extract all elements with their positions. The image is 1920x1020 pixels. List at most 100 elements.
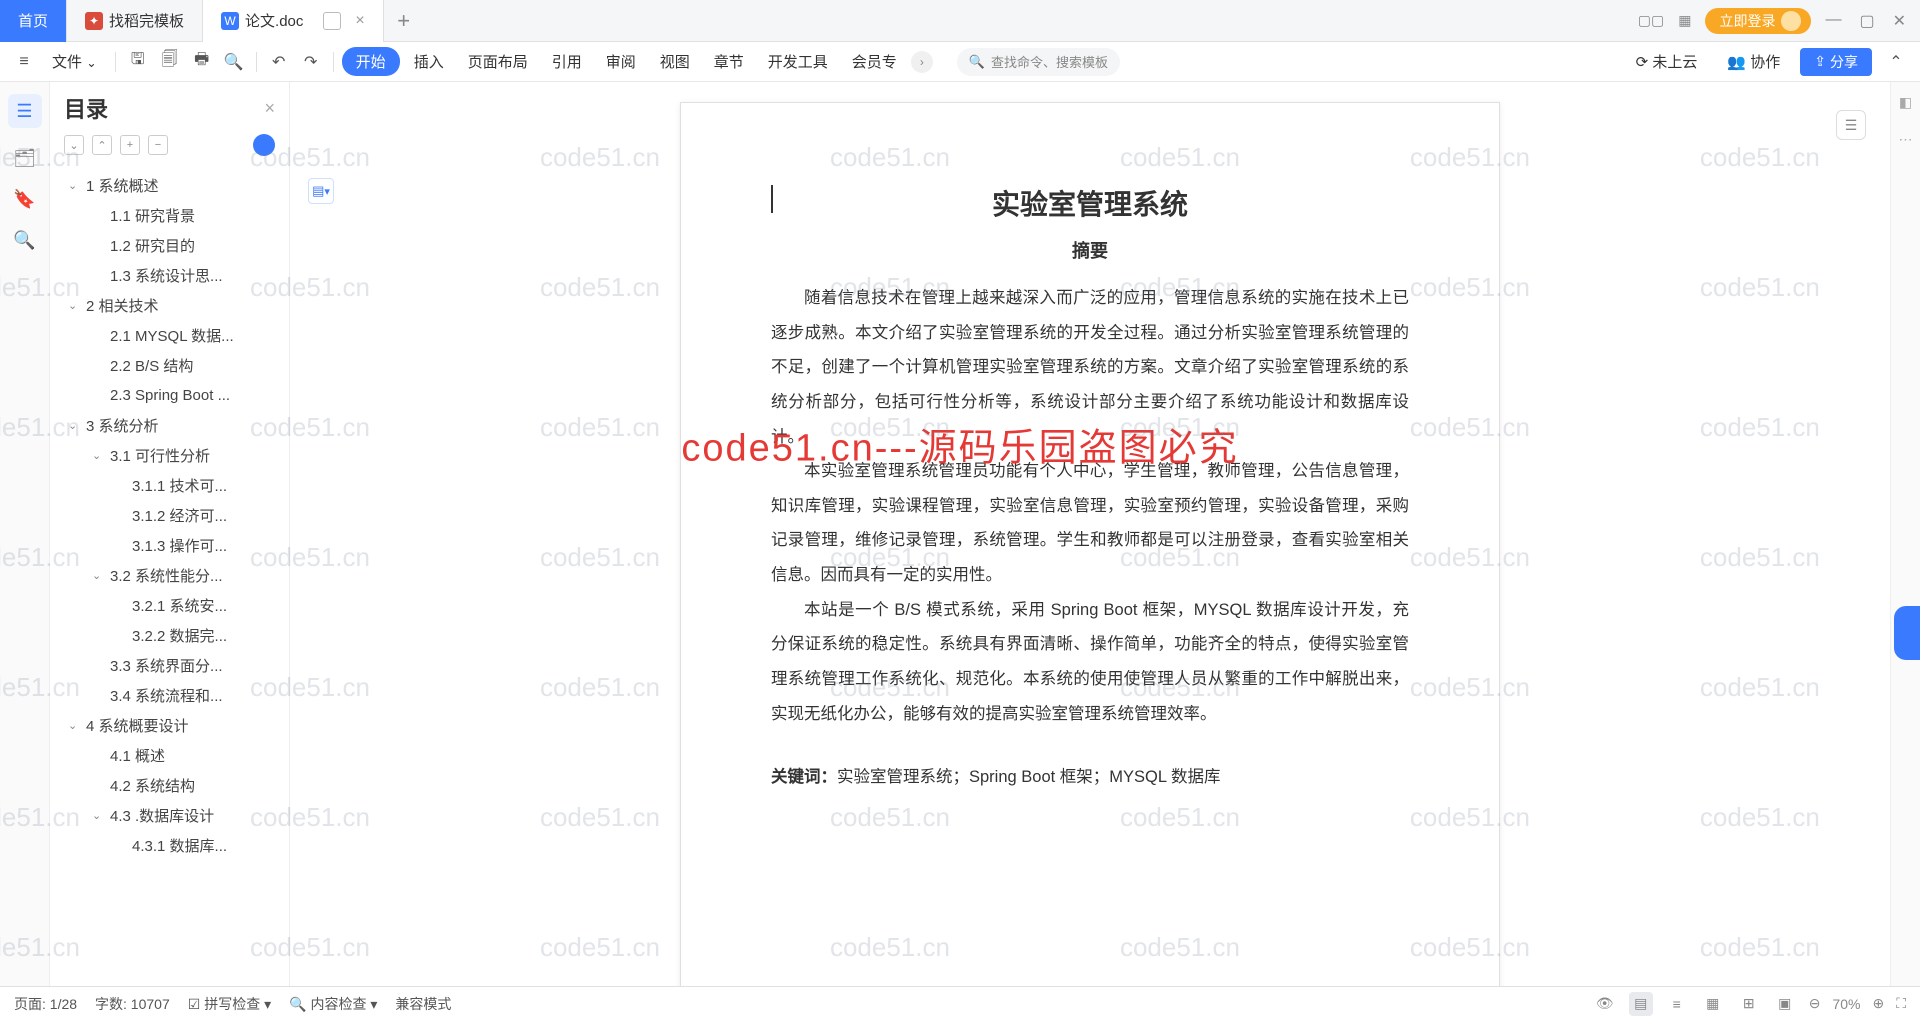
save-as-icon[interactable]: 🗐 [156,48,184,76]
spellcheck-toggle[interactable]: ☑ 拼写检查 ▾ [188,994,271,1014]
assistant-badge-icon[interactable] [253,134,275,156]
maximize-icon[interactable]: ▢ [1859,11,1874,31]
outline-item-label: 4.3.1 数据库... [132,835,227,856]
add-tab-button[interactable]: + [384,8,424,34]
tab-review[interactable]: 审阅 [596,51,646,72]
outline-item[interactable]: 3.1.3 操作可... [58,530,281,560]
zoom-in-icon[interactable]: ⊕ [1872,995,1884,1012]
outline-item[interactable]: 2.1 MYSQL 数据... [58,320,281,350]
tab-document[interactable]: W 论文.doc × [203,0,384,42]
feedback-tab[interactable] [1894,606,1920,660]
save-icon[interactable]: 🖫 [124,48,152,76]
zoom-out-icon[interactable]: ⊖ [1809,995,1821,1012]
close-tab-icon[interactable]: × [355,12,364,30]
outline-item[interactable]: ⌄4.3 .数据库设计 [58,800,281,830]
outline-item-label: 3.1.1 技术可... [132,475,227,496]
preview-icon[interactable]: 🔍 [220,48,248,76]
outline-item[interactable]: 1.2 研究目的 [58,230,281,260]
minimize-icon[interactable]: — [1825,11,1841,31]
print-icon[interactable]: 🖶 [188,48,216,76]
outline-item[interactable]: 4.1 概述 [58,740,281,770]
close-window-icon[interactable]: ✕ [1893,11,1906,31]
collab-button[interactable]: 👥 协作 [1717,51,1790,72]
outline-item[interactable]: 4.2 系统结构 [58,770,281,800]
outline-item[interactable]: ⌄4 系统概要设计 [58,710,281,740]
focus-view-icon[interactable]: ▣ [1773,992,1797,1016]
search-rail-icon[interactable]: 🔍 [13,230,35,251]
tab-page-layout[interactable]: 页面布局 [458,51,538,72]
word-count[interactable]: 字数: 10707 [95,994,170,1014]
tab-member[interactable]: 会员专 [842,51,907,72]
menu-icon[interactable]: ≡ [10,48,38,76]
tab-reference[interactable]: 引用 [542,51,592,72]
fullscreen-icon[interactable]: ⛶ [1896,995,1906,1012]
outline-item[interactable]: 3.1.2 经济可... [58,500,281,530]
tab-chapter[interactable]: 章节 [704,51,754,72]
outline-item[interactable]: 2.3 Spring Boot ... [58,380,281,410]
tab-home[interactable]: 首页 [0,0,67,42]
outline-item-label: 3.2 系统性能分... [110,565,223,586]
outline-item[interactable]: 1.1 研究背景 [58,200,281,230]
share-button[interactable]: ⇪ 分享 [1800,48,1872,76]
ribbon-next-icon[interactable]: › [911,51,933,73]
zoom-level[interactable]: 70% [1832,996,1860,1012]
outline-item[interactable]: 1.3 系统设计思... [58,260,281,290]
redo-icon[interactable]: ↷ [297,48,325,76]
outline-item[interactable]: ⌄1 系统概述 [58,170,281,200]
tab-view[interactable]: 视图 [650,51,700,72]
eye-mode-icon[interactable]: 👁 [1593,992,1617,1016]
nav-pane-icon[interactable]: ☰ [1836,110,1866,140]
tab-devtools[interactable]: 开发工具 [758,51,838,72]
outline-item[interactable]: 3.4 系统流程和... [58,680,281,710]
tab-label: 论文.doc [245,10,303,31]
outline-item[interactable]: 3.2.2 数据完... [58,620,281,650]
web-view-icon[interactable]: ▦ [1701,992,1725,1016]
outline-item-label: 4.3 .数据库设计 [110,805,214,826]
collapse-all-icon[interactable]: ⌄ [64,135,84,155]
tab-template-store[interactable]: ✦ 找稻完模板 [67,0,203,42]
abstract-p1: 随着信息技术在管理上越来越深入而广泛的应用，管理信息系统的实施在技术上已逐步成熟… [771,281,1409,454]
bookmark-rail-icon[interactable]: 🔖 [13,189,35,210]
style-pane-icon[interactable]: ◧ [1899,94,1912,111]
undo-icon[interactable]: ↶ [265,48,293,76]
cloud-status[interactable]: ⟳ 未上云 [1626,51,1708,72]
thumbnails-rail-icon[interactable]: 🗂 [13,148,36,169]
outline-item[interactable]: ⌄3 系统分析 [58,410,281,440]
outline-item[interactable]: 4.3.1 数据库... [58,830,281,860]
outline-item[interactable]: 2.2 B/S 结构 [58,350,281,380]
tab-start[interactable]: 开始 [342,47,400,76]
outline-view-icon[interactable]: ≡ [1665,992,1689,1016]
delete-item-icon[interactable]: − [148,135,168,155]
outline-item-label: 3.2.2 数据完... [132,625,227,646]
outline-tree: ⌄1 系统概述1.1 研究背景1.2 研究目的1.3 系统设计思...⌄2 相关… [50,166,289,986]
outline-item[interactable]: 3.1.1 技术可... [58,470,281,500]
document-canvas[interactable]: ▤ ▾ ☰ 实验室管理系统 摘要 随着信息技术在管理上越来越深入而广泛的应用，管… [290,82,1890,986]
split-window-icon[interactable] [323,12,341,30]
outline-item[interactable]: ⌄2 相关技术 [58,290,281,320]
chevron-down-icon: ⌄ [92,569,106,582]
outline-item[interactable]: ⌄3.1 可行性分析 [58,440,281,470]
page-indicator-icon[interactable]: ▤ ▾ [308,178,334,204]
content-check-toggle[interactable]: 🔍 内容检查 ▾ [289,994,377,1014]
outline-item[interactable]: ⌄ 3.2 系统性能分... [58,560,281,590]
page-view-icon[interactable]: ▤ [1629,992,1653,1016]
new-item-icon[interactable]: + [120,135,140,155]
more-tools-icon[interactable]: ⋯ [1899,131,1913,148]
outline-item[interactable]: 3.3 系统界面分... [58,650,281,680]
tab-insert[interactable]: 插入 [404,51,454,72]
page-counter[interactable]: 页面: 1/28 [14,994,77,1014]
file-menu[interactable]: 文件 ⌄ [42,51,107,72]
close-outline-icon[interactable]: × [264,98,275,119]
collapse-ribbon-icon[interactable]: ⌃ [1882,48,1910,76]
reading-view-icon[interactable]: ⊞ [1737,992,1761,1016]
outline-rail-icon[interactable]: ☰ [8,94,42,128]
outline-item[interactable]: 3.2.1 系统安... [58,590,281,620]
login-button[interactable]: 立即登录 [1705,8,1811,34]
apps-icon[interactable]: ▦ [1678,12,1691,29]
compat-mode[interactable]: 兼容模式 [395,994,451,1014]
expand-all-icon[interactable]: ⌃ [92,135,112,155]
outline-panel: 目录 × ⌄ ⌃ + − ⌄1 系统概述1.1 研究背景1.2 研究目的1.3 … [50,82,290,986]
main-area: ☰ 🗂 🔖 🔍 目录 × ⌄ ⌃ + − ⌄1 系统概述1.1 研究背景1.2 … [0,82,1920,986]
layout-icon[interactable]: ▢▢ [1638,12,1664,29]
command-search[interactable]: 🔍 查找命令、搜索模板 [957,48,1120,76]
